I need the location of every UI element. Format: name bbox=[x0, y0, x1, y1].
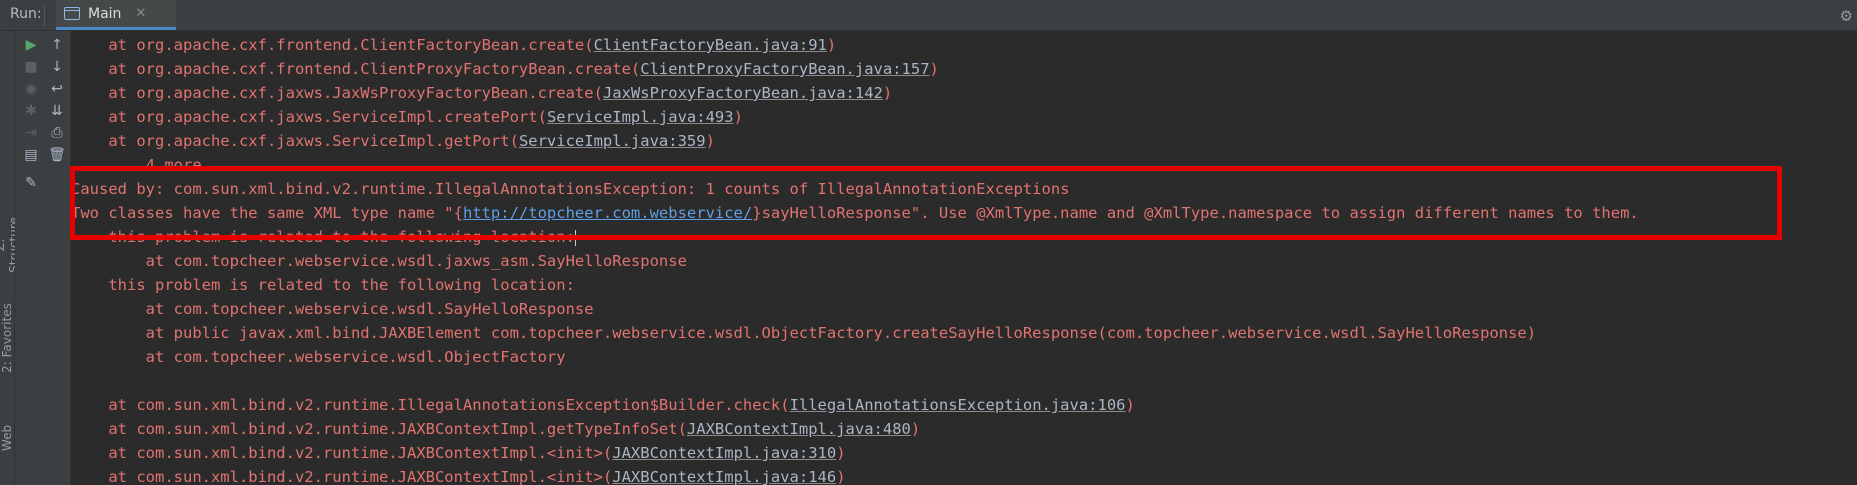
source-link[interactable]: JaxWsProxyFactoryBean.java:142 bbox=[603, 84, 883, 102]
rerun-icon[interactable]: ▶ bbox=[21, 35, 41, 55]
down-arrow-icon[interactable]: ↓ bbox=[47, 57, 67, 77]
console-line: at com.topcheer.webservice.wsdl.ObjectFa… bbox=[145, 348, 566, 366]
source-link[interactable]: JAXBContextImpl.java:480 bbox=[687, 420, 911, 438]
pin-icon[interactable]: ✎ bbox=[21, 173, 41, 193]
console-line: at org.apache.cxf.jaxws.ServiceImpl.crea… bbox=[108, 108, 743, 126]
namespace-url-link[interactable]: http://topcheer.com.webservice/ bbox=[463, 204, 752, 222]
camera-icon[interactable]: ◉ bbox=[21, 79, 41, 99]
console-line: at org.apache.cxf.jaxws.JaxWsProxyFactor… bbox=[108, 84, 893, 102]
console-line: this problem is related to the following… bbox=[108, 276, 575, 294]
console-line: ... 4 more bbox=[108, 156, 202, 174]
console-icon bbox=[64, 7, 80, 20]
stop-icon[interactable]: ■ bbox=[21, 57, 41, 77]
console-line: at com.sun.xml.bind.v2.runtime.JAXBConte… bbox=[108, 468, 846, 485]
close-icon[interactable]: ✕ bbox=[135, 6, 146, 21]
console-line: at com.sun.xml.bind.v2.runtime.JAXBConte… bbox=[108, 444, 846, 462]
text-caret bbox=[574, 229, 576, 246]
scroll-to-end-icon[interactable]: ⇊ bbox=[47, 101, 67, 121]
console-line-error-message: Two classes have the same XML type name … bbox=[71, 204, 1639, 222]
source-link[interactable]: JAXBContextImpl.java:310 bbox=[612, 444, 836, 462]
run-label: Run: bbox=[10, 6, 42, 22]
source-link[interactable]: ClientFactoryBean.java:91 bbox=[594, 36, 827, 54]
source-link[interactable]: IllegalAnnotationsException.java:106 bbox=[790, 396, 1126, 414]
console-output[interactable]: at org.apache.cxf.frontend.ClientFactory… bbox=[71, 31, 1857, 485]
up-arrow-icon[interactable]: ↑ bbox=[47, 35, 67, 55]
console-line: at public javax.xml.bind.JAXBElement com… bbox=[145, 324, 1537, 342]
side-tool-strip: Z: Structure 2: Favorites Web bbox=[0, 31, 21, 485]
soft-wrap-icon[interactable]: ↩ bbox=[47, 79, 67, 99]
source-link[interactable]: ServiceImpl.java:359 bbox=[519, 132, 706, 150]
divider bbox=[44, 4, 45, 26]
console-line: at org.apache.cxf.jaxws.ServiceImpl.getP… bbox=[108, 132, 715, 150]
console-line: at com.topcheer.webservice.wsdl.jaxws_as… bbox=[145, 252, 687, 270]
source-link[interactable]: JAXBContextImpl.java:146 bbox=[612, 468, 836, 485]
favorites-tab[interactable]: 2: Favorites bbox=[0, 303, 14, 373]
tab-main[interactable]: Main ✕ bbox=[56, 0, 176, 30]
console-line: at org.apache.cxf.frontend.ClientProxyFa… bbox=[108, 60, 939, 78]
console-line: at com.topcheer.webservice.wsdl.SayHello… bbox=[145, 300, 594, 318]
exit-icon[interactable]: ⇥ bbox=[21, 123, 41, 143]
layout-icon[interactable]: ▤ bbox=[21, 145, 41, 165]
trash-icon[interactable]: 🗑 bbox=[47, 145, 67, 165]
run-toolbar: ▶ ■ ◉ ✱ ⇥ ▤ ✎ ↑ ↓ ↩ ⇊ ⎙ 🗑 bbox=[15, 31, 71, 485]
settings-icon[interactable]: ✱ bbox=[21, 101, 41, 121]
console-line: this problem is related to the following… bbox=[108, 228, 576, 246]
print-icon[interactable]: ⎙ bbox=[47, 123, 67, 143]
console-line: at org.apache.cxf.frontend.ClientFactory… bbox=[108, 36, 837, 54]
console-line-caused-by: Caused by: com.sun.xml.bind.v2.runtime.I… bbox=[71, 180, 1070, 198]
console-line: at com.sun.xml.bind.v2.runtime.IllegalAn… bbox=[108, 396, 1135, 414]
source-link[interactable]: ClientProxyFactoryBean.java:157 bbox=[640, 60, 929, 78]
console-line: at com.sun.xml.bind.v2.runtime.JAXBConte… bbox=[108, 420, 921, 438]
run-tool-window-header: Run: Main ✕ ⚙ bbox=[0, 0, 1857, 31]
gear-icon[interactable]: ⚙ bbox=[1840, 7, 1853, 25]
tab-main-label: Main bbox=[88, 5, 122, 22]
web-tab[interactable]: Web bbox=[0, 403, 14, 473]
source-link[interactable]: ServiceImpl.java:493 bbox=[547, 108, 734, 126]
